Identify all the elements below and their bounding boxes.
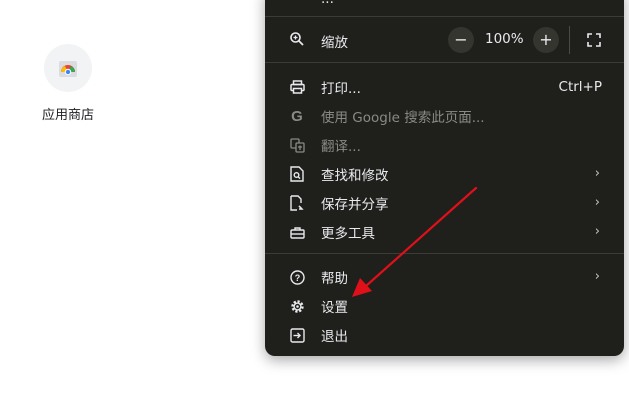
menu-divider xyxy=(265,253,624,254)
menu-item-label: 打印... xyxy=(321,80,361,97)
zoom-level: 100% xyxy=(485,31,524,47)
keyboard-shortcut: Ctrl+P xyxy=(558,78,602,95)
chevron-right-icon: › xyxy=(594,166,600,181)
shortcut-label: 应用商店 xyxy=(41,108,94,123)
menu-item-label: 退出 xyxy=(321,328,348,345)
menu-item-label: 翻译... xyxy=(321,138,361,155)
chrome-web-store-icon xyxy=(44,44,92,92)
menu-item-label: 使用 Google 搜索此页面... xyxy=(321,109,485,126)
translate-icon xyxy=(289,137,305,153)
zoom-in-button[interactable]: + xyxy=(533,27,559,53)
zoom-label: 缩放 xyxy=(321,35,348,51)
chrome-menu: ... 缩放 − 100% + 打印... xyxy=(265,0,624,356)
menu-item-help[interactable]: ? 帮助 › xyxy=(265,262,624,291)
menu-item-find-edit[interactable]: 查找和修改 › xyxy=(265,159,624,188)
zoom-separator xyxy=(569,26,570,54)
help-icon: ? xyxy=(289,269,305,285)
chevron-right-icon: › xyxy=(594,195,600,210)
menu-item-print[interactable]: 打印... Ctrl+P xyxy=(265,72,624,101)
save-share-icon xyxy=(289,195,305,211)
menu-item-label: 更多工具 xyxy=(321,225,375,242)
fullscreen-icon[interactable] xyxy=(587,33,601,47)
menu-item-label: 保存并分享 xyxy=(321,196,389,213)
menu-divider xyxy=(265,16,624,17)
zoom-out-button[interactable]: − xyxy=(448,27,474,53)
menu-item-partial[interactable]: ... xyxy=(265,0,624,13)
menu-divider xyxy=(265,62,624,63)
find-edit-icon xyxy=(289,166,305,182)
chevron-right-icon: › xyxy=(594,269,600,284)
exit-icon xyxy=(289,327,305,343)
menu-item-more-tools[interactable]: 更多工具 › xyxy=(265,217,624,246)
toolbox-icon xyxy=(289,224,305,240)
menu-item-search-google[interactable]: G 使用 Google 搜索此页面... xyxy=(265,101,624,130)
google-icon: G xyxy=(291,107,303,125)
menu-item-label: ... xyxy=(321,0,334,7)
chevron-right-icon: › xyxy=(594,224,600,239)
menu-item-save-share[interactable]: 保存并分享 › xyxy=(265,188,624,217)
zoom-icon xyxy=(289,31,307,49)
zoom-row: 缩放 − 100% + xyxy=(265,24,624,56)
menu-item-exit[interactable]: 退出 xyxy=(265,320,624,349)
web-store-shortcut[interactable]: 应用商店 xyxy=(30,44,106,123)
menu-item-label: 设置 xyxy=(321,299,348,316)
settings-icon xyxy=(289,298,305,314)
menu-item-settings[interactable]: 设置 xyxy=(265,291,624,320)
menu-item-label: 帮助 xyxy=(321,270,348,287)
menu-item-label: 查找和修改 xyxy=(321,167,389,184)
svg-text:?: ? xyxy=(294,273,300,283)
printer-icon xyxy=(289,79,305,95)
menu-item-translate[interactable]: 翻译... xyxy=(265,130,624,159)
